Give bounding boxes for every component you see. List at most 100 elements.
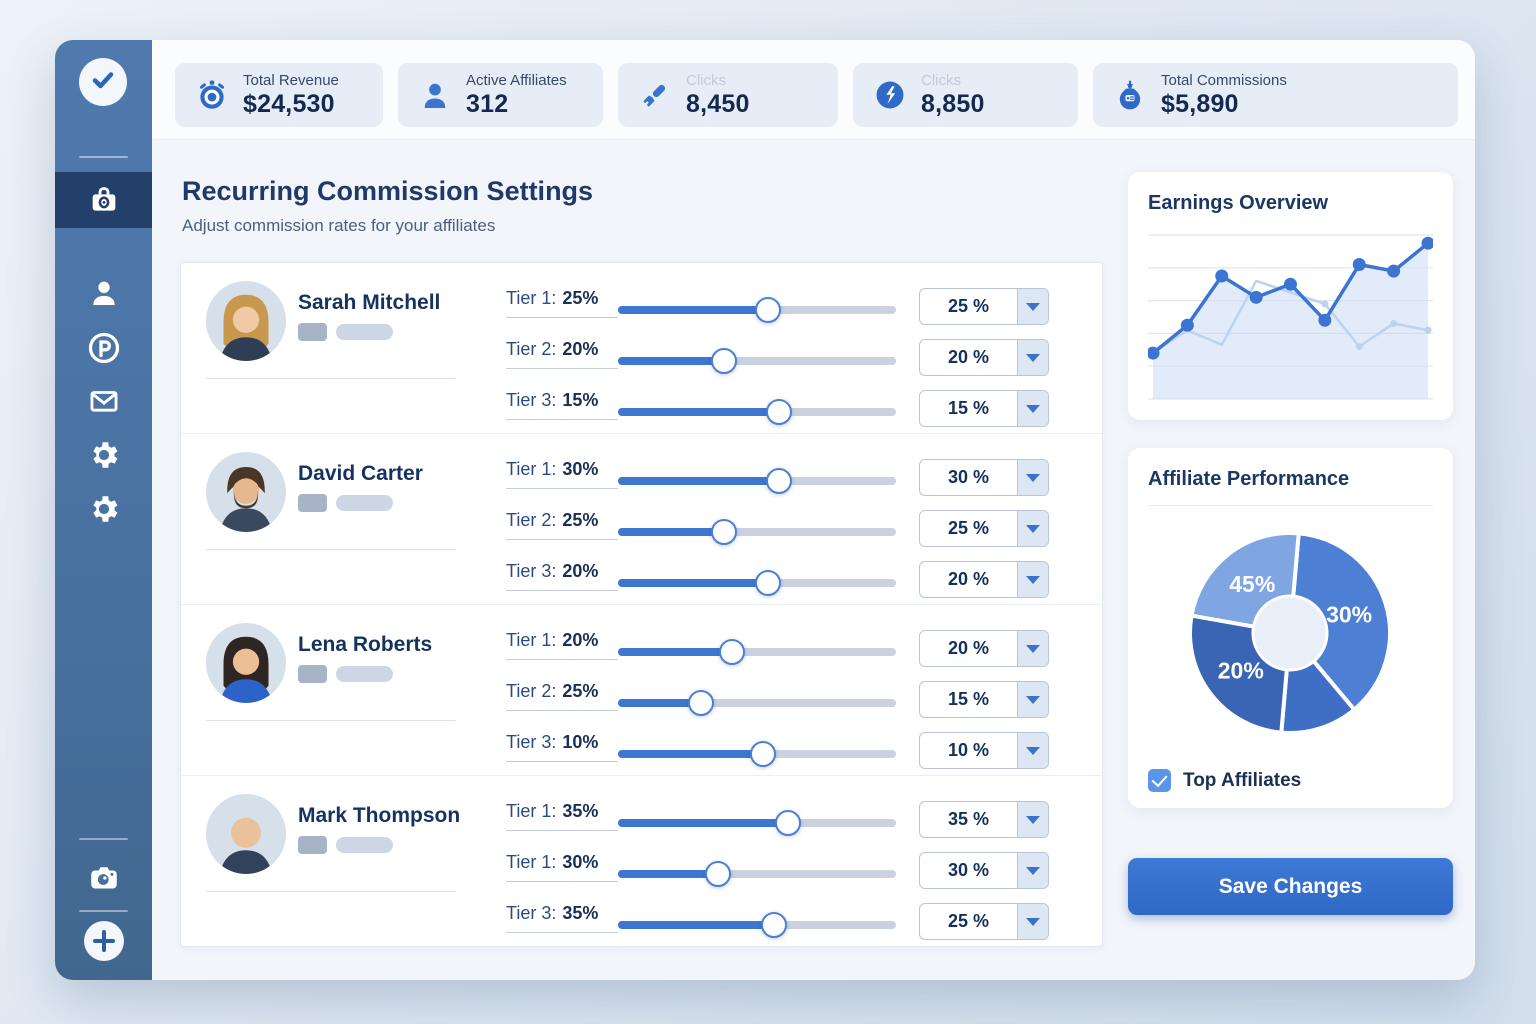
slider-thumb[interactable]	[775, 810, 801, 836]
tier-label: Tier 1:35%	[506, 801, 618, 831]
commission-slider[interactable]	[618, 566, 896, 596]
commission-slider[interactable]	[618, 344, 896, 374]
chevron-down-icon[interactable]	[1017, 391, 1048, 426]
commission-slider[interactable]	[618, 686, 896, 716]
stat-card-clicks-2: Clicks 8,850	[853, 63, 1078, 127]
slider-thumb[interactable]	[766, 468, 792, 494]
tier-controls: Tier 1:35% 35 % Tier 1:30% 30 % Tier 3:3…	[506, 776, 1102, 946]
commission-slider[interactable]	[618, 293, 896, 323]
dropdown-value: 25 %	[920, 511, 1017, 546]
chevron-down-icon[interactable]	[1017, 340, 1048, 375]
dropdown-value: 10 %	[920, 733, 1017, 768]
chevron-down-icon[interactable]	[1017, 289, 1048, 324]
sidebar-item-partners[interactable]	[55, 330, 152, 366]
slider-fill	[618, 528, 724, 536]
tier-label: Tier 2:20%	[506, 339, 618, 369]
slider-thumb[interactable]	[750, 741, 776, 767]
dropdown-value: 25 %	[920, 289, 1017, 324]
commission-settings-panel: Sarah Mitchell Tier 1:25% 25 % Tier 2:20…	[180, 262, 1103, 947]
commission-dropdown[interactable]: 15 %	[919, 681, 1049, 718]
svg-text:30%: 30%	[1326, 601, 1372, 627]
commission-slider[interactable]	[618, 908, 896, 938]
chevron-down-icon[interactable]	[1017, 460, 1048, 495]
slider-thumb[interactable]	[705, 861, 731, 887]
commission-dropdown[interactable]: 15 %	[919, 390, 1049, 427]
chevron-down-icon[interactable]	[1017, 562, 1048, 597]
slider-thumb[interactable]	[755, 297, 781, 323]
affiliate-name: Sarah Mitchell	[298, 291, 440, 315]
slider-fill	[618, 750, 763, 758]
sidebar-divider	[79, 838, 128, 840]
chevron-down-icon[interactable]	[1017, 904, 1048, 939]
affiliate-info: Mark Thompson	[181, 776, 506, 946]
tag-pill	[336, 837, 393, 853]
stat-value: $24,530	[243, 90, 339, 119]
app-window: Total Revenue $24,530 Active Affiliates …	[55, 40, 1475, 980]
chevron-down-icon[interactable]	[1017, 853, 1048, 888]
commission-slider[interactable]	[618, 635, 896, 665]
svg-text:45%: 45%	[1229, 571, 1275, 597]
commission-dropdown[interactable]: 25 %	[919, 288, 1049, 325]
tier-label: Tier 2:25%	[506, 510, 618, 540]
check-icon	[89, 66, 117, 99]
slider-thumb[interactable]	[761, 912, 787, 938]
slider-thumb[interactable]	[719, 639, 745, 665]
slider-thumb[interactable]	[711, 348, 737, 374]
commission-dropdown[interactable]: 20 %	[919, 339, 1049, 376]
user-icon	[87, 276, 121, 310]
tier-row: Tier 3:20% 20 %	[506, 560, 1102, 596]
commission-dropdown[interactable]: 25 %	[919, 903, 1049, 940]
page-subtitle: Adjust commission rates for your affilia…	[182, 216, 495, 236]
tier-row: Tier 2:20% 20 %	[506, 338, 1102, 374]
commission-slider[interactable]	[618, 515, 896, 545]
slider-thumb[interactable]	[688, 690, 714, 716]
chevron-down-icon[interactable]	[1017, 631, 1048, 666]
commission-slider[interactable]	[618, 737, 896, 767]
circle-p-icon	[86, 330, 122, 366]
chevron-down-icon[interactable]	[1017, 511, 1048, 546]
stat-value: 8,450	[686, 90, 750, 119]
sidebar-divider	[79, 156, 128, 158]
affiliate-row: Sarah Mitchell Tier 1:25% 25 % Tier 2:20…	[181, 263, 1102, 434]
commission-slider[interactable]	[618, 857, 896, 887]
dropdown-value: 20 %	[920, 631, 1017, 666]
chevron-down-icon[interactable]	[1017, 682, 1048, 717]
sidebar-add-button[interactable]	[55, 920, 152, 967]
slider-fill	[618, 921, 774, 929]
dropdown-value: 15 %	[920, 682, 1017, 717]
commission-dropdown[interactable]: 20 %	[919, 630, 1049, 667]
sidebar-item-affiliates[interactable]	[55, 276, 152, 310]
slider-thumb[interactable]	[755, 570, 781, 596]
tier-row: Tier 1:25% 25 %	[506, 287, 1102, 323]
sidebar-item-settings-2[interactable]	[55, 492, 152, 526]
tier-row: Tier 1:35% 35 %	[506, 800, 1102, 836]
affiliates-icon	[418, 78, 452, 112]
chevron-down-icon[interactable]	[1017, 733, 1048, 768]
dropdown-value: 20 %	[920, 340, 1017, 375]
sidebar-item-messages[interactable]	[55, 384, 152, 418]
affiliate-performance-card: Affiliate Performance 30%20%45% Top Affi…	[1128, 448, 1453, 808]
top-affiliates-checkbox[interactable]	[1148, 769, 1171, 792]
tier-controls: Tier 1:20% 20 % Tier 2:25% 15 % Tier 3:1…	[506, 605, 1102, 775]
slider-fill	[618, 648, 732, 656]
affiliate-tags	[298, 836, 393, 854]
commission-dropdown[interactable]: 20 %	[919, 561, 1049, 598]
sidebar-item-media[interactable]	[55, 860, 152, 896]
commission-dropdown[interactable]: 25 %	[919, 510, 1049, 547]
tier-label: Tier 1:30%	[506, 459, 618, 489]
earnings-title: Earnings Overview	[1148, 192, 1433, 215]
tier-label: Tier 1:30%	[506, 852, 618, 882]
save-changes-button[interactable]: Save Changes	[1128, 858, 1453, 915]
commission-dropdown[interactable]: 30 %	[919, 852, 1049, 889]
commission-dropdown[interactable]: 35 %	[919, 801, 1049, 838]
sidebar-item-commissions[interactable]	[55, 172, 152, 228]
commission-dropdown[interactable]: 30 %	[919, 459, 1049, 496]
commission-slider[interactable]	[618, 395, 896, 425]
chevron-down-icon[interactable]	[1017, 802, 1048, 837]
slider-thumb[interactable]	[766, 399, 792, 425]
slider-thumb[interactable]	[711, 519, 737, 545]
commission-slider[interactable]	[618, 806, 896, 836]
sidebar-item-settings-1[interactable]	[55, 438, 152, 472]
commission-dropdown[interactable]: 10 %	[919, 732, 1049, 769]
commission-slider[interactable]	[618, 464, 896, 494]
